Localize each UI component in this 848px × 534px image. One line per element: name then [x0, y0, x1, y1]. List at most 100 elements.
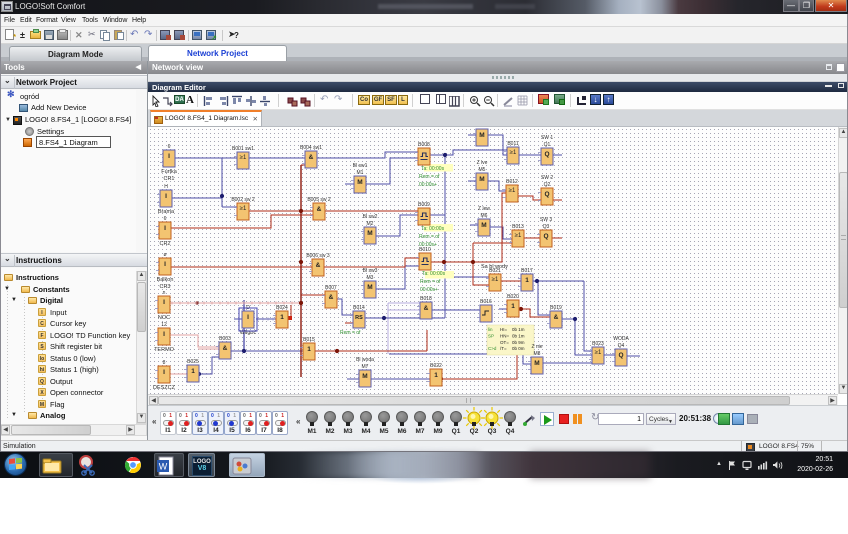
svg-text:M: M — [481, 222, 486, 229]
svg-text:≥1: ≥1 — [492, 277, 499, 283]
svg-text:0b 1m: 0b 1m — [512, 333, 525, 338]
svg-text:B017: B017 — [521, 268, 533, 274]
svg-text:M5: M5 — [479, 167, 486, 173]
svg-text:Rem = of: Rem = of — [420, 279, 441, 285]
svg-text:Z lew: Z lew — [478, 206, 490, 212]
svg-text:Q: Q — [543, 233, 548, 240]
svg-text:≥1: ≥1 — [595, 350, 602, 356]
svg-text:B008: B008 — [418, 142, 430, 148]
svg-text:Q4: Q4 — [618, 343, 625, 349]
svg-text:&: & — [554, 314, 559, 321]
svg-text:Ta: 00:00s: Ta: 00:00s — [421, 166, 445, 172]
svg-text:I: I — [247, 314, 249, 321]
svg-text:I: I — [163, 299, 165, 306]
svg-text:B023: B023 — [592, 341, 604, 347]
svg-text:1: 1 — [511, 303, 515, 310]
svg-text:B002 sw 2: B002 sw 2 — [231, 197, 255, 203]
svg-text:B019: B019 — [550, 305, 562, 311]
svg-text:≥1: ≥1 — [515, 233, 522, 239]
svg-text:M: M — [357, 179, 362, 186]
svg-text:Rem = of: Rem = of — [340, 330, 361, 336]
svg-text:C>d: C>d — [488, 346, 497, 351]
svg-text:Q: Q — [618, 352, 623, 359]
svg-text:RS: RS — [355, 315, 363, 321]
svg-text:0b 9m: 0b 9m — [512, 340, 525, 345]
svg-text:M1: M1 — [357, 170, 364, 176]
svg-text:0b 0m: 0b 0m — [512, 346, 525, 351]
svg-text:B007: B007 — [325, 285, 337, 291]
svg-text:SW 1: SW 1 — [541, 135, 553, 141]
svg-text:00:00s+: 00:00s+ — [420, 287, 438, 293]
svg-text:B016: B016 — [480, 299, 492, 305]
svg-text:I: I — [163, 331, 165, 338]
svg-text:Q: Q — [544, 151, 549, 158]
svg-text:B009: B009 — [418, 202, 430, 208]
svg-text:&: & — [317, 206, 322, 213]
svg-text:Z lve: Z lve — [477, 160, 488, 166]
svg-text:&: & — [309, 154, 314, 161]
svg-text:&: & — [223, 345, 228, 352]
svg-text:8: 8 — [163, 360, 166, 366]
svg-text:6: 6 — [164, 216, 167, 222]
svg-text:Sa bl wody: Sa bl wody — [481, 264, 508, 270]
svg-text:&: & — [316, 262, 321, 269]
svg-text:B024: B024 — [276, 305, 288, 311]
svg-text:00:00s+: 00:00s+ — [419, 242, 437, 248]
svg-text:Ta: 00:00s: Ta: 00:00s — [422, 271, 446, 277]
svg-text:1: 1 — [280, 314, 284, 321]
svg-text:Q2: Q2 — [544, 182, 551, 188]
svg-text:≥1: ≥1 — [240, 206, 247, 212]
svg-text:1: 1 — [525, 277, 529, 284]
svg-text:Balkon: Balkon — [157, 277, 174, 283]
svg-text:00:00s+: 00:00s+ — [419, 182, 437, 188]
svg-text:1: 1 — [434, 372, 438, 379]
svg-text:12: 12 — [161, 322, 167, 328]
svg-text:M3: M3 — [367, 275, 374, 281]
svg-text:I: I — [163, 369, 165, 376]
svg-text:DESZCZ: DESZCZ — [153, 385, 176, 391]
svg-text:B025: B025 — [187, 359, 199, 365]
svg-text:NOC: NOC — [158, 315, 170, 321]
svg-text:M: M — [367, 284, 372, 291]
svg-text:&: & — [424, 305, 429, 312]
svg-text:B003: B003 — [219, 336, 231, 342]
svg-text:Q1: Q1 — [544, 142, 551, 148]
svg-text:M8: M8 — [534, 351, 541, 357]
svg-text:≥1: ≥1 — [240, 155, 247, 161]
svg-text:Bl sw1: Bl sw1 — [353, 163, 368, 169]
svg-text:lin: lin — [488, 327, 493, 332]
svg-text:B018: B018 — [420, 296, 432, 302]
svg-text:SP: SP — [488, 333, 494, 338]
svg-text:I: I — [164, 261, 166, 268]
svg-text:B022: B022 — [430, 363, 442, 369]
svg-text:TERMO: TERMO — [154, 347, 175, 353]
svg-text:6: 6 — [168, 144, 171, 150]
svg-text:Ta: 00:00s: Ta: 00:00s — [421, 226, 445, 232]
svg-text:n: n — [163, 290, 166, 296]
svg-text:M: M — [479, 132, 484, 139]
svg-text:Rem = of: Rem = of — [419, 234, 440, 240]
svg-text:B004 sw1: B004 sw1 — [300, 145, 322, 151]
svg-text:I: I — [164, 225, 166, 232]
svg-text:1: 1 — [307, 346, 311, 353]
svg-text:B005 sw 2: B005 sw 2 — [307, 197, 331, 203]
svg-text:I: I — [168, 153, 170, 160]
svg-text:&: & — [329, 294, 334, 301]
svg-text:B006 sw 3: B006 sw 3 — [306, 253, 330, 259]
svg-text:Bl woda: Bl woda — [356, 357, 374, 363]
svg-text:Z nie: Z nie — [531, 344, 542, 350]
svg-text:1: 1 — [191, 368, 195, 375]
svg-text:OT=: OT= — [500, 340, 509, 345]
svg-text:Q: Q — [544, 191, 549, 198]
svg-text:B012: B012 — [506, 179, 518, 185]
svg-text:B001 sw1: B001 sw1 — [232, 146, 254, 152]
svg-text:B011: B011 — [507, 141, 519, 147]
svg-text:SW 3: SW 3 — [540, 217, 552, 223]
svg-text:M: M — [367, 230, 372, 237]
svg-text:M6: M6 — [481, 213, 488, 219]
svg-text:B020: B020 — [507, 294, 519, 300]
svg-text:0b 1m: 0b 1m — [512, 327, 525, 332]
svg-text:M: M — [362, 373, 367, 380]
svg-text:I: I — [165, 193, 167, 200]
svg-text:M7: M7 — [362, 364, 369, 370]
